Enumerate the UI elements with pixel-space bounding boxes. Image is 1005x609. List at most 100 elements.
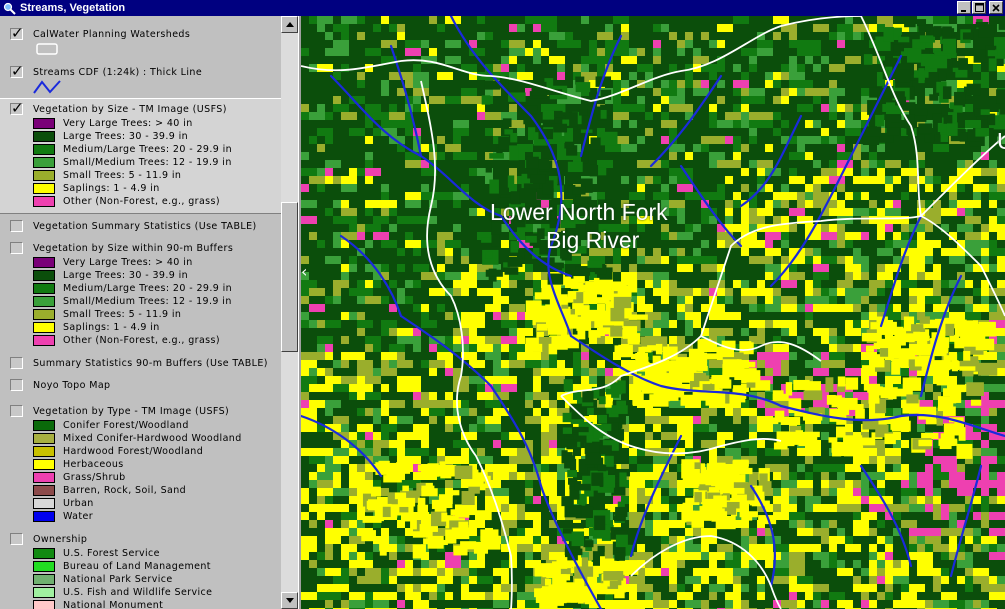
checkmark-icon: ✓: [11, 24, 24, 42]
legend-swatch: [33, 170, 55, 181]
legend-item: Bureau of Land Management: [33, 561, 273, 573]
arcview-app-icon[interactable]: [2, 1, 16, 15]
legend-swatch: [33, 270, 55, 281]
theme-visibility-checkbox[interactable]: [10, 533, 23, 545]
checkmark-icon: ✓: [11, 99, 24, 117]
theme-visibility-checkbox[interactable]: [10, 357, 23, 369]
legend-item-label: Large Trees: 30 - 39.9 in: [63, 131, 189, 142]
legend-swatch: [33, 446, 55, 457]
theme-summary-statistics-buffers[interactable]: Summary Statistics 90-m Buffers (Use TAB…: [0, 354, 281, 374]
legend-item-label: Very Large Trees: > 40 in: [63, 257, 193, 268]
legend-swatch: [33, 459, 55, 470]
legend-item: Medium/Large Trees: 20 - 29.9 in: [33, 144, 273, 156]
legend-item: Other (Non-Forest, e.g., grass): [33, 196, 273, 208]
watershed-label-edge: U: [997, 128, 1005, 155]
theme-calwater-watersheds[interactable]: ✓ CalWater Planning Watersheds: [0, 24, 281, 62]
legend-item: Small/Medium Trees: 12 - 19.9 in: [33, 296, 273, 308]
minimize-button[interactable]: [957, 1, 971, 14]
theme-vegetation-by-size[interactable]: ✓ Vegetation by Size - TM Image (USFS) V…: [0, 98, 281, 214]
scroll-up-button[interactable]: [281, 16, 298, 33]
legend-item-label: Urban: [63, 498, 94, 509]
theme-ownership[interactable]: Ownership U.S. Forest Service Bureau of …: [0, 530, 281, 609]
legend-item: Water: [33, 511, 273, 523]
theme-visibility-checkbox[interactable]: [10, 220, 23, 232]
theme-vegetation-by-type[interactable]: Vegetation by Type - TM Image (USFS) Con…: [0, 402, 281, 530]
theme-visibility-checkbox[interactable]: ✓: [10, 99, 24, 117]
legend-item-label: Saplings: 1 - 4.9 in: [63, 322, 160, 333]
theme-vegetation-buffers[interactable]: Vegetation by Size within 90-m Buffers V…: [0, 238, 281, 354]
legend-item: Saplings: 1 - 4.9 in: [33, 322, 273, 334]
legend-item-label: Other (Non-Forest, e.g., grass): [63, 335, 220, 346]
legend-item-label: Medium/Large Trees: 20 - 29.9 in: [63, 144, 233, 155]
legend-item: Other (Non-Forest, e.g., grass): [33, 335, 273, 347]
legend-swatch: [33, 485, 55, 496]
legend-swatch: [33, 420, 55, 431]
legend-item-label: Hardwood Forest/Woodland: [63, 446, 204, 457]
legend-swatch: [33, 322, 55, 333]
legend-item: Grass/Shrub: [33, 472, 273, 484]
maximize-button[interactable]: [972, 1, 986, 14]
legend-item-label: U.S. Fish and Wildlife Service: [63, 587, 213, 598]
legend-swatch: [33, 498, 55, 509]
legend-swatch: [33, 574, 55, 585]
theme-label: Ownership: [33, 534, 88, 545]
arrow-up-icon: [285, 22, 294, 27]
legend-swatch: [33, 283, 55, 294]
legend-item-label: Grass/Shrub: [63, 472, 126, 483]
legend-scrollbar[interactable]: [281, 16, 298, 609]
legend-item: Saplings: 1 - 4.9 in: [33, 183, 273, 195]
watershed-label-line2: Big River: [546, 227, 640, 253]
legend-item-label: Small Trees: 5 - 11.9 in: [63, 170, 182, 181]
scroll-down-button[interactable]: [281, 592, 298, 609]
legend-item-label: Small Trees: 5 - 11.9 in: [63, 309, 182, 320]
theme-label: Streams CDF (1:24k) : Thick Line: [33, 67, 203, 78]
vegetation-map-canvas: [301, 16, 1005, 609]
theme-streams[interactable]: ✓ Streams CDF (1:24k) : Thick Line: [0, 62, 281, 98]
theme-vegetation-summary-statistics[interactable]: Vegetation Summary Statistics (Use TABLE…: [0, 216, 281, 236]
legend-swatch: [33, 309, 55, 320]
legend-item: National Park Service: [33, 574, 273, 586]
arrow-down-icon: [285, 598, 294, 603]
theme-noyo-topo-map[interactable]: Noyo Topo Map: [0, 376, 281, 396]
theme-visibility-checkbox[interactable]: ✓: [10, 24, 24, 42]
legend-item-label: Very Large Trees: > 40 in: [63, 118, 193, 129]
legend-swatch: [33, 335, 55, 346]
legend-swatch: [33, 600, 55, 609]
legend-item: Medium/Large Trees: 20 - 29.9 in: [33, 283, 273, 295]
legend-item-label: National Park Service: [63, 574, 173, 585]
close-button[interactable]: [989, 1, 1003, 14]
legend-item: Small Trees: 5 - 11.9 in: [33, 309, 273, 321]
polygon-outline-icon: [36, 43, 58, 58]
theme-label: Vegetation by Size - TM Image (USFS): [33, 104, 227, 115]
checkmark-icon: ✓: [11, 62, 24, 80]
legend-item-label: Other (Non-Forest, e.g., grass): [63, 196, 220, 207]
legend-item-label: Mixed Conifer-Hardwood Woodland: [63, 433, 242, 444]
legend-swatch: [33, 511, 55, 522]
legend-item: Herbaceous: [33, 459, 273, 471]
theme-visibility-checkbox[interactable]: [10, 379, 23, 391]
map-view[interactable]: Lower North Fork Big River U ‹: [301, 16, 1005, 609]
legend-swatch: [33, 296, 55, 307]
legend-item: Hardwood Forest/Woodland: [33, 446, 273, 458]
legend-item: Small Trees: 5 - 11.9 in: [33, 170, 273, 182]
legend-swatch: [33, 561, 55, 572]
pan-left-arrow-icon: ‹: [301, 262, 308, 281]
legend-item: Conifer Forest/Woodland: [33, 420, 273, 432]
watershed-label-line1: Lower North Fork: [490, 199, 668, 225]
theme-visibility-checkbox[interactable]: [10, 242, 23, 254]
scroll-thumb[interactable]: [281, 202, 298, 352]
legend-swatch: [33, 131, 55, 142]
theme-label: Vegetation Summary Statistics (Use TABLE…: [33, 221, 257, 232]
theme-visibility-checkbox[interactable]: [10, 405, 23, 417]
legend-item-label: Small/Medium Trees: 12 - 19.9 in: [63, 157, 232, 168]
legend-swatch: [33, 433, 55, 444]
legend-item-label: U.S. Forest Service: [63, 548, 160, 559]
theme-visibility-checkbox[interactable]: ✓: [10, 62, 24, 80]
legend-item: Large Trees: 30 - 39.9 in: [33, 270, 273, 282]
window-title: Streams, Vegetation: [20, 2, 126, 14]
legend-item-label: Bureau of Land Management: [63, 561, 211, 572]
legend-swatch: [33, 118, 55, 129]
table-of-contents: ✓ CalWater Planning Watersheds ✓ Streams…: [0, 16, 281, 609]
line-icon: [33, 80, 63, 97]
theme-label: Summary Statistics 90-m Buffers (Use TAB…: [33, 358, 268, 369]
